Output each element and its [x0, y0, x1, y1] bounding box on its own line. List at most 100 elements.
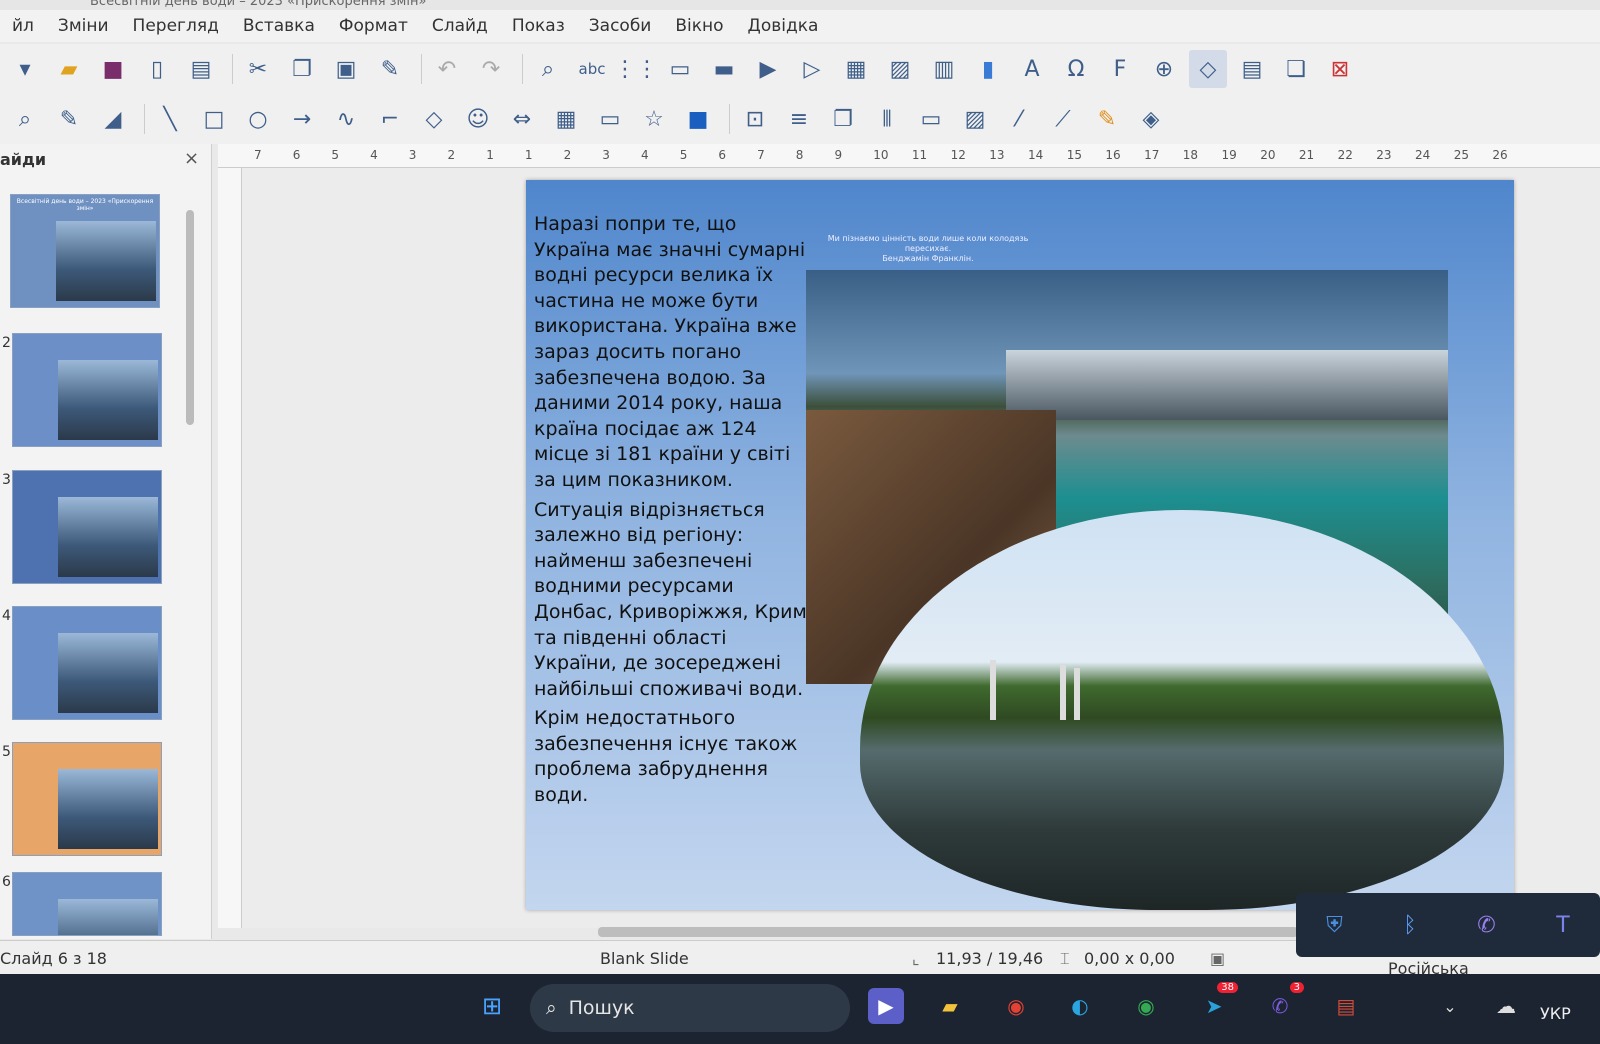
menu-slide[interactable]: Слайд — [420, 16, 500, 36]
curve-tool-icon[interactable]: ∿ — [327, 100, 365, 138]
points-icon[interactable]: ⊡ — [736, 100, 774, 138]
slide-thumbnail-1[interactable]: Всесвітній день води – 2023 «Прискорення… — [10, 194, 160, 308]
close-panel-icon[interactable]: × — [184, 148, 199, 169]
ellipse-tool-icon[interactable]: ○ — [239, 100, 277, 138]
start-slideshow-icon[interactable]: ▶ — [749, 50, 787, 88]
line-color-icon[interactable]: ✎ — [50, 100, 88, 138]
menu-help[interactable]: Довідка — [736, 16, 831, 36]
copy-icon[interactable]: ❐ — [283, 50, 321, 88]
new-slide-icon[interactable]: ❏ — [1277, 50, 1315, 88]
image-icon[interactable]: ▨ — [881, 50, 919, 88]
menu-tools[interactable]: Засоби — [577, 16, 664, 36]
security-warning-icon[interactable]: ⛨ — [1326, 913, 1343, 938]
menu-format[interactable]: Формат — [327, 16, 420, 36]
menu-file[interactable]: йл — [0, 16, 46, 36]
basic-shapes-icon[interactable]: ◇ — [415, 100, 453, 138]
chart-icon[interactable]: ▮ — [969, 50, 1007, 88]
viber-icon[interactable]: ✆ 3 — [1262, 982, 1304, 1024]
callout-icon[interactable]: ▭ — [591, 100, 629, 138]
cut-icon[interactable]: ✂ — [239, 50, 277, 88]
menu-edit[interactable]: Зміни — [46, 16, 121, 36]
fill-color-icon[interactable]: ◢ — [94, 100, 132, 138]
3d-objects-icon[interactable]: ■ — [679, 100, 717, 138]
start-icon[interactable]: ⊞ — [474, 988, 510, 1024]
print-icon[interactable]: ▤ — [182, 50, 220, 88]
filter-icon[interactable]: ⁄ — [1000, 100, 1038, 138]
slide-thumbnail-2[interactable] — [12, 333, 162, 447]
stars-icon[interactable]: ☆ — [635, 100, 673, 138]
slide-quote[interactable]: Ми пізнаємо цінність води лише коли коло… — [808, 234, 1048, 264]
viber-tray-icon[interactable]: ✆ — [1477, 913, 1495, 938]
chrome-icon[interactable]: ◉ — [998, 988, 1034, 1024]
show-draw-functions-icon[interactable]: ◇ — [1189, 50, 1227, 88]
meet-icon[interactable]: ▶ — [868, 988, 904, 1024]
chevron-up-icon[interactable]: ⌄ — [1432, 988, 1468, 1024]
ruler-tick-label: 19 — [1221, 148, 1237, 162]
undo-icon[interactable]: ↶ — [428, 50, 466, 88]
block-arrows-icon[interactable]: ⇔ — [503, 100, 541, 138]
redo-icon[interactable]: ↷ — [472, 50, 510, 88]
menu-slideshow[interactable]: Показ — [500, 16, 577, 36]
slide-thumbnail-6[interactable] — [12, 872, 162, 936]
fontwork-icon[interactable]: F — [1101, 50, 1139, 88]
ruler-tick-label: 4 — [370, 148, 378, 162]
table-icon[interactable]: ▦ — [837, 50, 875, 88]
distribute-icon[interactable]: ⫴ — [868, 100, 906, 138]
special-character-icon[interactable]: Ω — [1057, 50, 1095, 88]
spelling-icon[interactable]: abc — [573, 50, 611, 88]
file-explorer-icon[interactable]: ▰ — [932, 988, 968, 1024]
input-language[interactable]: УКР — [1540, 1004, 1571, 1023]
start-current-slide-icon[interactable]: ▷ — [793, 50, 831, 88]
flowchart-icon[interactable]: ▦ — [547, 100, 585, 138]
edge-icon[interactable]: ◐ — [1062, 988, 1098, 1024]
slide-thumbnail-5[interactable] — [12, 742, 162, 856]
panel-scrollbar[interactable] — [186, 210, 194, 425]
weather-icon[interactable]: ☁ — [1488, 988, 1524, 1024]
header-footer-icon[interactable]: ▤ — [1233, 50, 1271, 88]
chrome-profile-icon[interactable]: ◉ — [1128, 988, 1164, 1024]
media-icon[interactable]: ▥ — [925, 50, 963, 88]
text-box-icon[interactable]: A — [1013, 50, 1051, 88]
hyperlink-icon[interactable]: ⊕ — [1145, 50, 1183, 88]
thumbnail-image — [58, 497, 158, 577]
toggle-extrusion-icon[interactable]: ⟋ — [1044, 100, 1082, 138]
display-views-icon[interactable]: ▭ — [661, 50, 699, 88]
slide-thumbnail-4[interactable] — [12, 606, 162, 720]
telegram-icon[interactable]: ➤ 38 — [1196, 982, 1238, 1024]
open-folder-icon[interactable]: ▰ — [50, 50, 88, 88]
menu-window[interactable]: Вікно — [663, 16, 735, 36]
arrow-line-icon[interactable]: → — [283, 100, 321, 138]
slide-thumbnail-3[interactable] — [12, 470, 162, 584]
glue-points-icon[interactable]: ✎ — [1088, 100, 1126, 138]
align-icon[interactable]: ≡ — [780, 100, 818, 138]
delete-slide-icon[interactable]: ⊠ — [1321, 50, 1359, 88]
connector-icon[interactable]: ⌐ — [371, 100, 409, 138]
slide-text-box[interactable]: Наразі попри те, що Україна має значні с… — [534, 212, 809, 813]
taskbar-search[interactable]: ⌕ Пошук — [530, 984, 850, 1032]
arrange-icon[interactable]: ❐ — [824, 100, 862, 138]
new-icon[interactable]: ▾ — [6, 50, 44, 88]
viber-badge: 3 — [1289, 982, 1304, 993]
document-modified-icon[interactable]: ▣ — [1210, 949, 1225, 968]
menu-insert[interactable]: Вставка — [231, 16, 327, 36]
crop-icon[interactable]: ▨ — [956, 100, 994, 138]
bluetooth-icon[interactable]: ᛒ — [1403, 913, 1416, 938]
line-tool-icon[interactable]: ╲ — [151, 100, 189, 138]
find-replace-icon[interactable]: ⌕ — [529, 50, 567, 88]
zoom-icon[interactable]: ⌕ — [6, 100, 44, 138]
symbol-shapes-icon[interactable]: ☺ — [459, 100, 497, 138]
impress-icon[interactable]: ▤ — [1328, 988, 1364, 1024]
clone-formatting-icon[interactable]: ✎ — [371, 50, 409, 88]
rectangle-tool-icon[interactable]: □ — [195, 100, 233, 138]
shadow-icon[interactable]: ▭ — [912, 100, 950, 138]
save-icon[interactable]: ■ — [94, 50, 132, 88]
teams-tray-icon[interactable]: T — [1556, 913, 1569, 938]
transformations-icon[interactable]: ◈ — [1132, 100, 1170, 138]
menu-view[interactable]: Перегляд — [121, 16, 231, 36]
ruler-tick-label: 26 — [1492, 148, 1508, 162]
export-pdf-icon[interactable]: ▯ — [138, 50, 176, 88]
paste-icon[interactable]: ▣ — [327, 50, 365, 88]
grid-icon[interactable]: ⋮⋮ — [614, 50, 658, 88]
horizontal-scrollbar[interactable] — [598, 927, 1298, 937]
master-slide-icon[interactable]: ▬ — [705, 50, 743, 88]
